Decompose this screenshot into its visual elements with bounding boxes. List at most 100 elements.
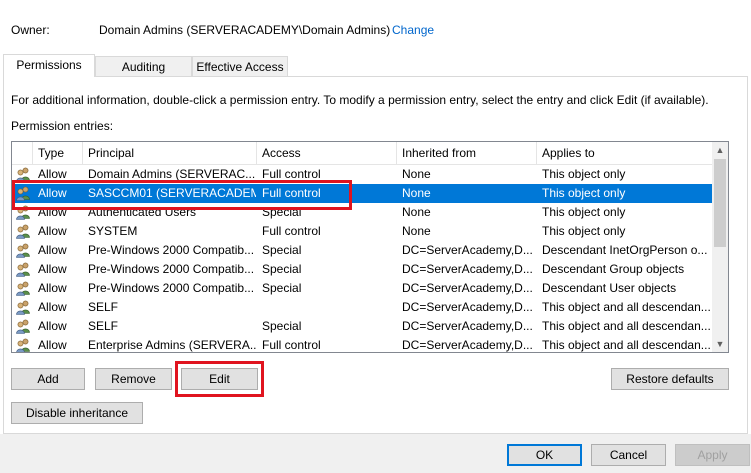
type-cell: Allow <box>38 224 67 238</box>
principal-cell: SASCCM01 (SERVERACADEM... <box>88 186 256 200</box>
principal-cell: Domain Admins (SERVERAC... <box>88 167 256 181</box>
add-button[interactable]: Add <box>11 368 85 390</box>
applies-to-cell: This object only <box>542 224 626 238</box>
permission-entries-label: Permission entries: <box>11 119 114 133</box>
principal-cell: Enterprise Admins (SERVERA... <box>88 338 256 352</box>
inherited-from-cell: DC=ServerAcademy,D... <box>402 319 533 333</box>
type-cell: Allow <box>38 262 67 276</box>
principal-cell: Pre-Windows 2000 Compatib... <box>88 281 255 295</box>
table-row[interactable]: Allow SELF DC=ServerAcademy,D... This objec… <box>12 298 714 317</box>
table-row[interactable]: Allow SYSTEM Full control None This object o… <box>12 222 714 241</box>
inherited-from-cell: DC=ServerAcademy,D... <box>402 243 533 257</box>
inherited-from-cell: DC=ServerAcademy,D... <box>402 262 533 276</box>
access-cell: Full control <box>262 224 321 238</box>
ok-button[interactable]: OK <box>507 444 582 466</box>
access-cell: Full control <box>262 338 321 352</box>
inherited-from-cell: DC=ServerAcademy,D... <box>402 300 533 314</box>
inherited-from-cell: DC=ServerAcademy,D... <box>402 281 533 295</box>
user-group-icon <box>15 186 31 201</box>
table-row[interactable]: Allow Pre-Windows 2000 Compatib... Special… <box>12 279 714 298</box>
vertical-scrollbar[interactable]: ▲ ▼ <box>712 142 728 352</box>
inherited-from-cell: None <box>402 205 431 219</box>
table-row[interactable]: Allow Domain Admins (SERVERAC... Full cont… <box>12 165 714 184</box>
edit-button[interactable]: Edit <box>181 368 258 390</box>
applies-to-cell: This object only <box>542 205 626 219</box>
type-cell: Allow <box>38 205 67 219</box>
table-row[interactable]: Allow Pre-Windows 2000 Compatib... Special… <box>12 260 714 279</box>
access-cell <box>262 298 396 317</box>
applies-to-cell: This object and all descendan... <box>542 338 711 352</box>
applies-to-cell: Descendant User objects <box>542 281 677 295</box>
applies-to-cell: This object only <box>542 167 626 181</box>
principal-cell: Pre-Windows 2000 Compatib... <box>88 262 255 276</box>
owner-label: Owner: <box>11 23 50 37</box>
cancel-button[interactable]: Cancel <box>591 444 666 466</box>
tab-auditing[interactable]: Auditing <box>95 56 192 76</box>
table-row[interactable]: Allow SELF Special DC=ServerAcademy,D... Thi… <box>12 317 714 336</box>
user-group-icon <box>15 243 31 258</box>
access-cell: Special <box>262 262 302 276</box>
applies-to-cell: Descendant InetOrgPerson o... <box>542 243 708 257</box>
table-row[interactable]: Allow SASCCM01 (SERVERACADEM... Full contr… <box>12 184 714 203</box>
inherited-from-cell: None <box>402 186 431 200</box>
list-rows: Allow Domain Admins (SERVERAC... Full cont… <box>12 165 714 352</box>
access-cell: Full control <box>262 167 321 181</box>
column-header-type[interactable]: Type <box>33 142 83 164</box>
owner-value: Domain Admins (SERVERACADEMY\Domain Admi… <box>99 23 391 37</box>
principal-cell: Pre-Windows 2000 Compatib... <box>88 243 255 257</box>
user-group-icon <box>15 262 31 277</box>
scroll-down-arrow-icon[interactable]: ▼ <box>712 336 728 352</box>
inherited-from-cell: None <box>402 167 431 181</box>
inherited-from-cell: None <box>402 224 431 238</box>
scroll-up-arrow-icon[interactable]: ▲ <box>712 142 728 158</box>
access-cell: Special <box>262 243 302 257</box>
list-header: Type Principal Access Inherited from App… <box>12 142 714 165</box>
user-group-icon <box>15 281 31 296</box>
user-group-icon <box>15 300 31 315</box>
column-header-access[interactable]: Access <box>257 142 397 164</box>
tab-permissions[interactable]: Permissions <box>3 54 95 77</box>
type-cell: Allow <box>38 186 67 200</box>
inherited-from-cell: DC=ServerAcademy,D... <box>402 338 533 352</box>
user-group-icon <box>15 319 31 334</box>
column-header-icon[interactable] <box>12 142 33 164</box>
info-text: For additional information, double-click… <box>11 93 709 107</box>
user-group-icon <box>15 338 31 352</box>
user-group-icon <box>15 205 31 220</box>
scrollbar-thumb[interactable] <box>714 159 726 247</box>
user-group-icon <box>15 167 31 182</box>
type-cell: Allow <box>38 319 67 333</box>
table-row[interactable]: Allow Pre-Windows 2000 Compatib... Special… <box>12 241 714 260</box>
restore-defaults-button[interactable]: Restore defaults <box>611 368 729 390</box>
access-cell: Special <box>262 281 302 295</box>
disable-inheritance-button[interactable]: Disable inheritance <box>11 402 143 424</box>
column-header-inherited-from[interactable]: Inherited from <box>397 142 537 164</box>
column-header-principal[interactable]: Principal <box>83 142 257 164</box>
column-header-applies-to[interactable]: Applies to <box>537 142 714 164</box>
table-row[interactable]: Allow Enterprise Admins (SERVERA... Full c… <box>12 336 714 352</box>
access-cell: Special <box>262 205 302 219</box>
type-cell: Allow <box>38 281 67 295</box>
principal-cell: SYSTEM <box>88 224 138 238</box>
applies-to-cell: This object and all descendan... <box>542 319 711 333</box>
type-cell: Allow <box>38 300 67 314</box>
principal-cell: Authenticated Users <box>88 205 197 219</box>
principal-cell: SELF <box>88 300 119 314</box>
applies-to-cell: Descendant Group objects <box>542 262 685 276</box>
change-owner-link[interactable]: Change <box>392 23 434 37</box>
table-row[interactable]: Allow Authenticated Users Special None This … <box>12 203 714 222</box>
principal-cell: SELF <box>88 319 119 333</box>
tab-bar: Permissions Auditing Effective Access <box>3 54 748 77</box>
applies-to-cell: This object and all descendan... <box>542 300 711 314</box>
tab-effective-access[interactable]: Effective Access <box>192 56 288 76</box>
access-cell: Full control <box>262 186 321 200</box>
apply-button[interactable]: Apply <box>675 444 750 466</box>
type-cell: Allow <box>38 338 67 352</box>
permission-entries-list[interactable]: Type Principal Access Inherited from App… <box>11 141 729 353</box>
user-group-icon <box>15 224 31 239</box>
remove-button[interactable]: Remove <box>95 368 172 390</box>
type-cell: Allow <box>38 167 67 181</box>
applies-to-cell: This object only <box>542 186 626 200</box>
access-cell: Special <box>262 319 302 333</box>
type-cell: Allow <box>38 243 67 257</box>
